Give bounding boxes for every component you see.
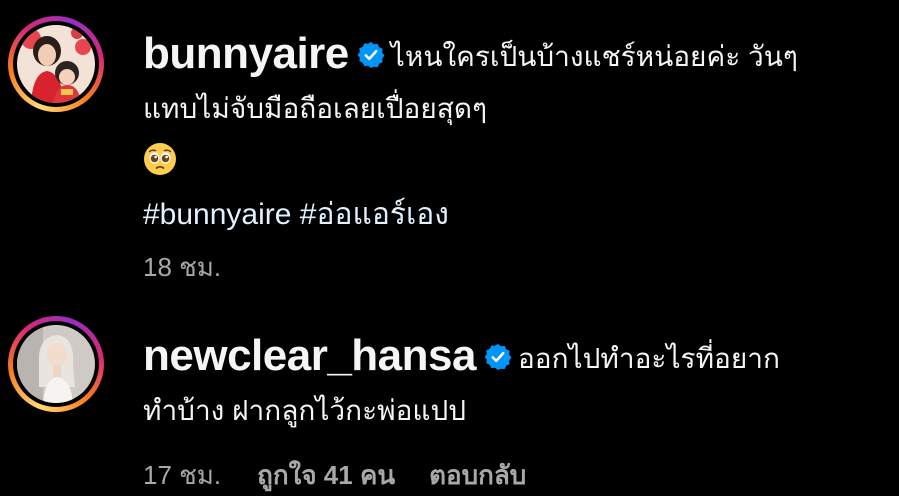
comment-text-line: ทำบ้าง ฝากลูกไว้กะพ่อแปป — [143, 395, 466, 426]
comment-first-line: newclear_hansa ออกไปทำอะไรที่อยาก — [143, 330, 883, 385]
comment-body: newclear_hansa ออกไปทำอะไรที่อยาก ทำบ้าง … — [143, 330, 883, 496]
hashtags[interactable]: #bunnyaire #อ่อแอร์เอง — [143, 189, 883, 241]
verified-badge-icon — [357, 34, 385, 68]
verified-badge-icon — [484, 336, 512, 370]
timestamp[interactable]: 17 ชม. — [143, 455, 221, 496]
comment-text: ออกไปทำอะไรที่อยาก — [517, 343, 780, 374]
comment-first-line: bunnyaire ไหนใครเป็นบ้างแชร์หน่อยค่ะ วันๆ — [143, 28, 883, 83]
avatar-border — [13, 321, 99, 407]
avatar-photo — [17, 25, 95, 103]
pleading-face-emoji-icon — [143, 141, 177, 175]
comment-meta: 17 ชม. ถูกใจ 41 คน ตอบกลับ — [143, 455, 883, 496]
comment-meta: 18 ชม. — [143, 247, 883, 288]
comment-text-line: แทบไม่จับมือถือเลยเปื่อยสุดๆ — [143, 93, 488, 124]
username[interactable]: bunnyaire — [143, 29, 349, 78]
comment-item: bunnyaire ไหนใครเป็นบ้างแชร์หน่อยค่ะ วันๆ… — [0, 0, 899, 290]
likes-count-button[interactable]: ถูกใจ 41 คน — [257, 455, 395, 496]
story-ring[interactable] — [8, 16, 104, 112]
avatar-border — [13, 21, 99, 107]
timestamp[interactable]: 18 ชม. — [143, 247, 221, 288]
avatar-photo — [17, 325, 95, 403]
reply-button[interactable]: ตอบกลับ — [429, 455, 526, 496]
hashtag-links[interactable]: #bunnyaire #อ่อแอร์เอง — [143, 198, 449, 231]
username[interactable]: newclear_hansa — [143, 331, 476, 380]
comment-item: newclear_hansa ออกไปทำอะไรที่อยาก ทำบ้าง … — [0, 312, 899, 490]
comment-body: bunnyaire ไหนใครเป็นบ้างแชร์หน่อยค่ะ วันๆ… — [143, 28, 883, 288]
emoji-line — [143, 135, 883, 187]
story-ring[interactable] — [8, 316, 104, 412]
comment-text: ไหนใครเป็นบ้างแชร์หน่อยค่ะ วันๆ — [390, 41, 798, 72]
avatar[interactable] — [17, 325, 95, 403]
avatar[interactable] — [17, 25, 95, 103]
